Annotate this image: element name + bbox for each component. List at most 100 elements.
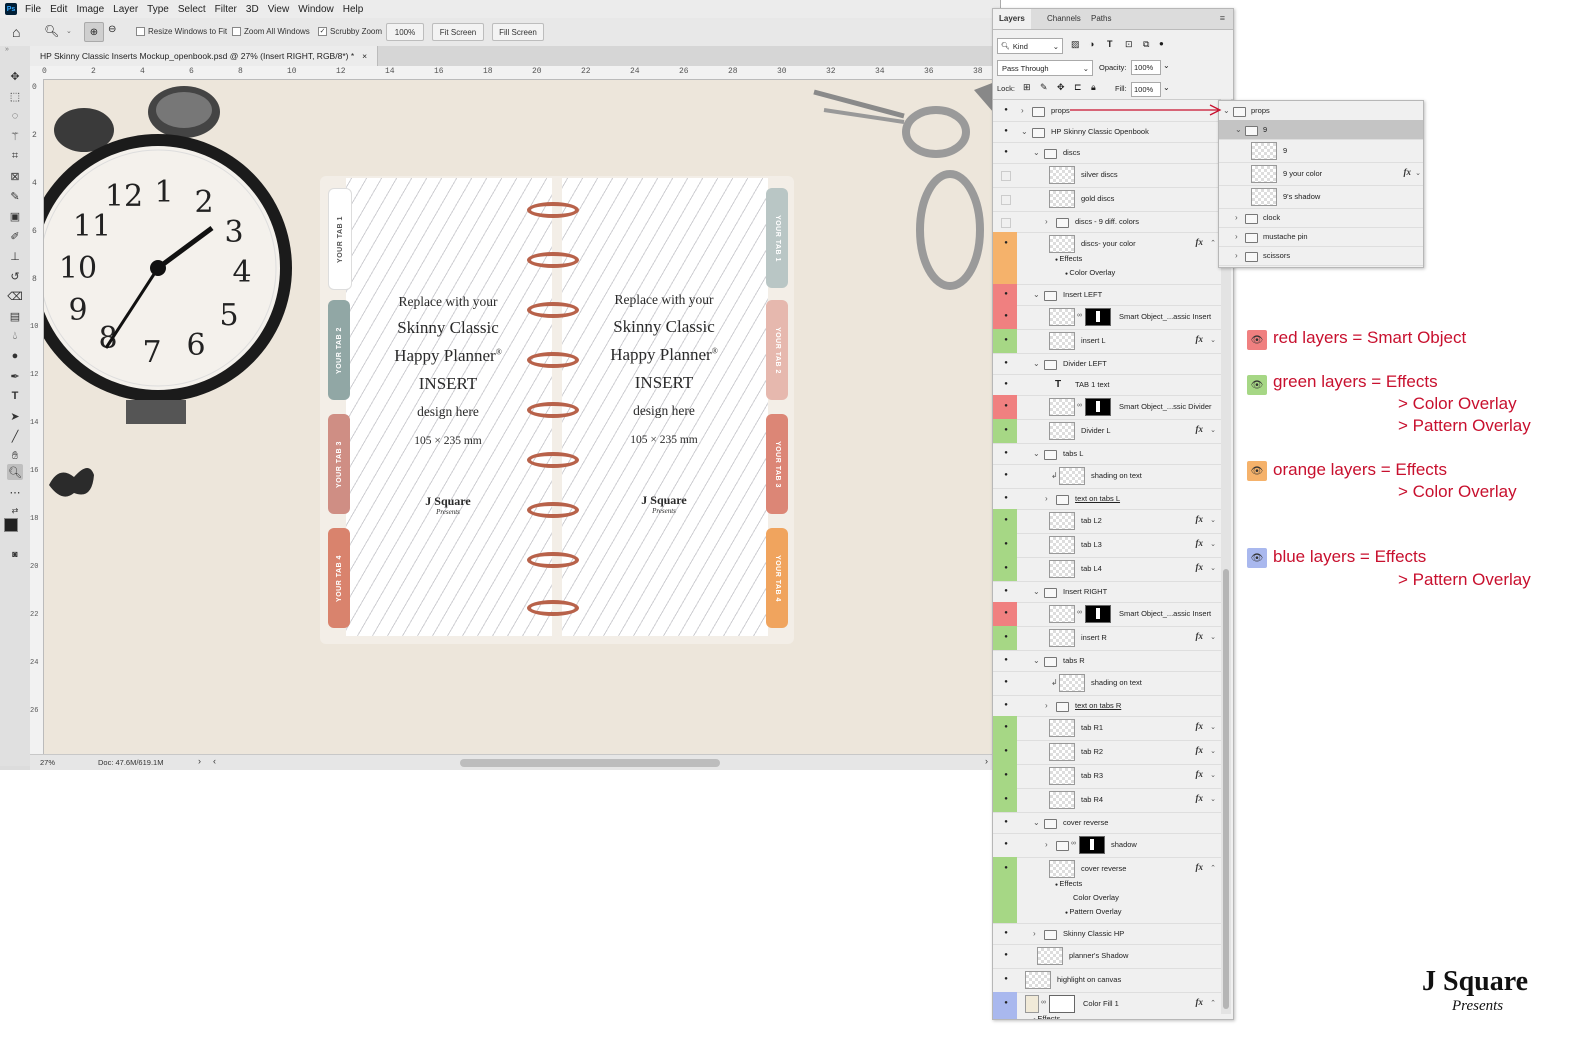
layer-visibility-cell[interactable]: ● xyxy=(993,395,1017,419)
layer-row[interactable]: ● insert L fx ⌄ xyxy=(993,329,1221,354)
zoom-tool-preset-icon[interactable]: 🔍︎ xyxy=(44,24,59,38)
layer-visibility-cell[interactable]: ● xyxy=(993,443,1017,464)
layer-mask-thumbnail[interactable] xyxy=(1085,605,1111,623)
layer-visibility-cell[interactable]: ● xyxy=(993,923,1017,944)
layer-visibility-cell[interactable]: ● xyxy=(993,488,1017,509)
shape-filter-icon[interactable]: ⊡ xyxy=(1125,39,1133,50)
right-tab-1[interactable]: YOUR TAB 1 xyxy=(766,188,788,288)
fx-icon[interactable]: fx xyxy=(1196,514,1204,524)
layer-row[interactable]: ● ∞ Smart Object_...ssic Divider xyxy=(993,395,1221,420)
layer-mask-thumbnail[interactable] xyxy=(1049,995,1075,1013)
quick-mask-icon[interactable]: ◙ xyxy=(7,546,23,562)
layer-row[interactable]: ● ∞ Smart Object_...assic Insert xyxy=(993,305,1221,330)
layer-row[interactable]: ● ⌄ HP Skinny Classic Openbook xyxy=(993,121,1221,143)
eye-icon[interactable]: ● xyxy=(1001,796,1011,803)
chevron-down-icon[interactable]: ⌄ xyxy=(1210,564,1216,572)
layer-row[interactable]: ● › text on tabs L xyxy=(993,488,1221,510)
visibility-off-box[interactable] xyxy=(1001,217,1011,228)
blur-tool-icon[interactable]: 💧︎ xyxy=(7,328,23,344)
chevron-down-icon[interactable]: ⌄ xyxy=(1210,795,1216,803)
eye-icon[interactable]: ● xyxy=(1001,952,1011,959)
dodge-tool-icon[interactable]: ● xyxy=(7,348,23,364)
eraser-tool-icon[interactable]: ⌫ xyxy=(7,288,23,304)
layer-visibility-cell[interactable]: ● xyxy=(993,968,1017,992)
layer-row[interactable]: silver discs xyxy=(993,163,1221,188)
menu-3d[interactable]: 3D xyxy=(246,4,259,15)
chevron-down-icon[interactable]: ⌄ xyxy=(1033,148,1040,157)
magic-wand-tool-icon[interactable]: ⚚ xyxy=(7,128,23,144)
stamp-tool-icon[interactable]: ⊥ xyxy=(7,248,23,264)
fx-icon[interactable]: fx xyxy=(1196,769,1204,779)
props-row[interactable]: 9's shadow xyxy=(1219,185,1423,209)
props-row[interactable]: › scissors xyxy=(1219,246,1423,266)
layer-visibility-cell[interactable]: ● xyxy=(993,716,1017,740)
marquee-tool-icon[interactable]: ⬚ xyxy=(7,88,23,104)
move-tool-icon[interactable]: ✥ xyxy=(7,68,23,84)
chevron-down-icon[interactable]: ⌄ xyxy=(1210,540,1216,548)
layer-visibility-cell[interactable]: ● xyxy=(993,695,1017,716)
eye-icon[interactable]: ● xyxy=(1001,381,1011,388)
layer-visibility-cell[interactable] xyxy=(993,163,1017,187)
eye-icon[interactable]: ● xyxy=(1001,702,1011,709)
layer-visibility-cell[interactable]: ● xyxy=(993,581,1017,602)
eye-icon[interactable]: ● xyxy=(1001,565,1011,572)
right-tab-2[interactable]: YOUR TAB 2 xyxy=(766,300,788,400)
chevron-right-icon[interactable]: › xyxy=(1045,217,1048,226)
eye-icon[interactable]: ● xyxy=(1001,541,1011,548)
effect-row[interactable]: ● Effects xyxy=(1033,1014,1060,1019)
props-row[interactable]: › mustache pin xyxy=(1219,227,1423,247)
eye-icon[interactable]: ● xyxy=(1001,313,1011,320)
layer-row[interactable]: gold discs xyxy=(993,187,1221,212)
layer-visibility-cell[interactable]: ● xyxy=(993,100,1017,121)
chevron-down-icon[interactable]: ⌄ xyxy=(1210,633,1216,641)
eye-icon[interactable]: ● xyxy=(1001,472,1011,479)
eye-icon[interactable]: ● xyxy=(1001,724,1011,731)
layer-visibility-cell[interactable]: ● xyxy=(993,121,1017,142)
left-tab-1[interactable]: YOUR TAB 1 xyxy=(328,188,352,290)
status-zoom[interactable]: 27% xyxy=(40,758,55,767)
layer-row[interactable]: ● › text on tabs R xyxy=(993,695,1221,717)
zoom-out-icon[interactable]: ⊖ xyxy=(108,24,116,35)
layer-row[interactable]: ● tab L3 fx ⌄ xyxy=(993,533,1221,558)
chevron-down-icon[interactable]: ⌄ xyxy=(1033,656,1040,665)
more-tools-icon[interactable]: ⋯ xyxy=(7,484,23,500)
lock-transparent-icon[interactable]: ⊞ xyxy=(1023,82,1031,93)
layers-scrollbar-thumb[interactable] xyxy=(1223,569,1229,1009)
chevron-down-icon[interactable]: ⌄ xyxy=(1033,359,1040,368)
pen-tool-icon[interactable]: ✒ xyxy=(7,368,23,384)
layer-row[interactable]: ●∞Color Fill 1fx⌃● Effects● Pattern Over… xyxy=(993,992,1221,1019)
layer-visibility-cell[interactable]: ● xyxy=(993,533,1017,557)
chevron-right-icon[interactable]: › xyxy=(1045,701,1048,710)
props-row[interactable]: ⌄ props xyxy=(1219,101,1423,121)
layer-visibility-cell[interactable]: ● xyxy=(993,353,1017,374)
fx-icon[interactable]: fx xyxy=(1196,631,1204,641)
link-icon[interactable]: ∞ xyxy=(1041,999,1046,1006)
fx-icon[interactable]: fx xyxy=(1196,997,1204,1007)
layer-row[interactable]: ● tab R3 fx ⌄ xyxy=(993,764,1221,789)
layer-row[interactable]: › discs - 9 diff. colors xyxy=(993,211,1221,233)
props-row[interactable]: ⌄ 9 xyxy=(1219,120,1423,140)
layer-visibility-cell[interactable]: ● xyxy=(993,788,1017,812)
link-icon[interactable]: ∞ xyxy=(1071,840,1076,847)
history-brush-tool-icon[interactable]: ↺ xyxy=(7,268,23,284)
eye-icon[interactable]: ● xyxy=(1001,495,1011,502)
tab-paths[interactable]: Paths xyxy=(1085,9,1117,29)
layer-row[interactable]: ● tab R4 fx ⌄ xyxy=(993,788,1221,813)
zoom-tool-icon[interactable]: 🔍︎ xyxy=(7,464,23,480)
eye-icon[interactable]: ● xyxy=(1001,610,1011,617)
visibility-off-box[interactable] xyxy=(1001,195,1011,205)
effect-row[interactable]: ● Color Overlay xyxy=(1065,268,1115,277)
tab-channels[interactable]: Channels xyxy=(1041,9,1087,29)
menu-filter[interactable]: Filter xyxy=(215,4,237,15)
resize-windows-checkbox[interactable]: Resize Windows to Fit xyxy=(136,27,227,36)
chevron-down-icon[interactable]: ⌄ xyxy=(1033,449,1040,458)
eye-icon[interactable]: ● xyxy=(1001,1000,1011,1007)
eye-icon[interactable]: ● xyxy=(1001,679,1011,686)
layer-visibility-cell[interactable]: ● xyxy=(993,464,1017,488)
fx-icon[interactable]: fx xyxy=(1196,334,1204,344)
chevron-down-icon[interactable]: ⌄ xyxy=(1210,336,1216,344)
eye-icon[interactable]: ● xyxy=(1001,865,1011,872)
lock-all-icon[interactable]: 🔒︎ xyxy=(1091,82,1096,93)
lasso-tool-icon[interactable]: ◌ xyxy=(7,108,23,124)
fx-icon[interactable]: fx xyxy=(1196,745,1204,755)
